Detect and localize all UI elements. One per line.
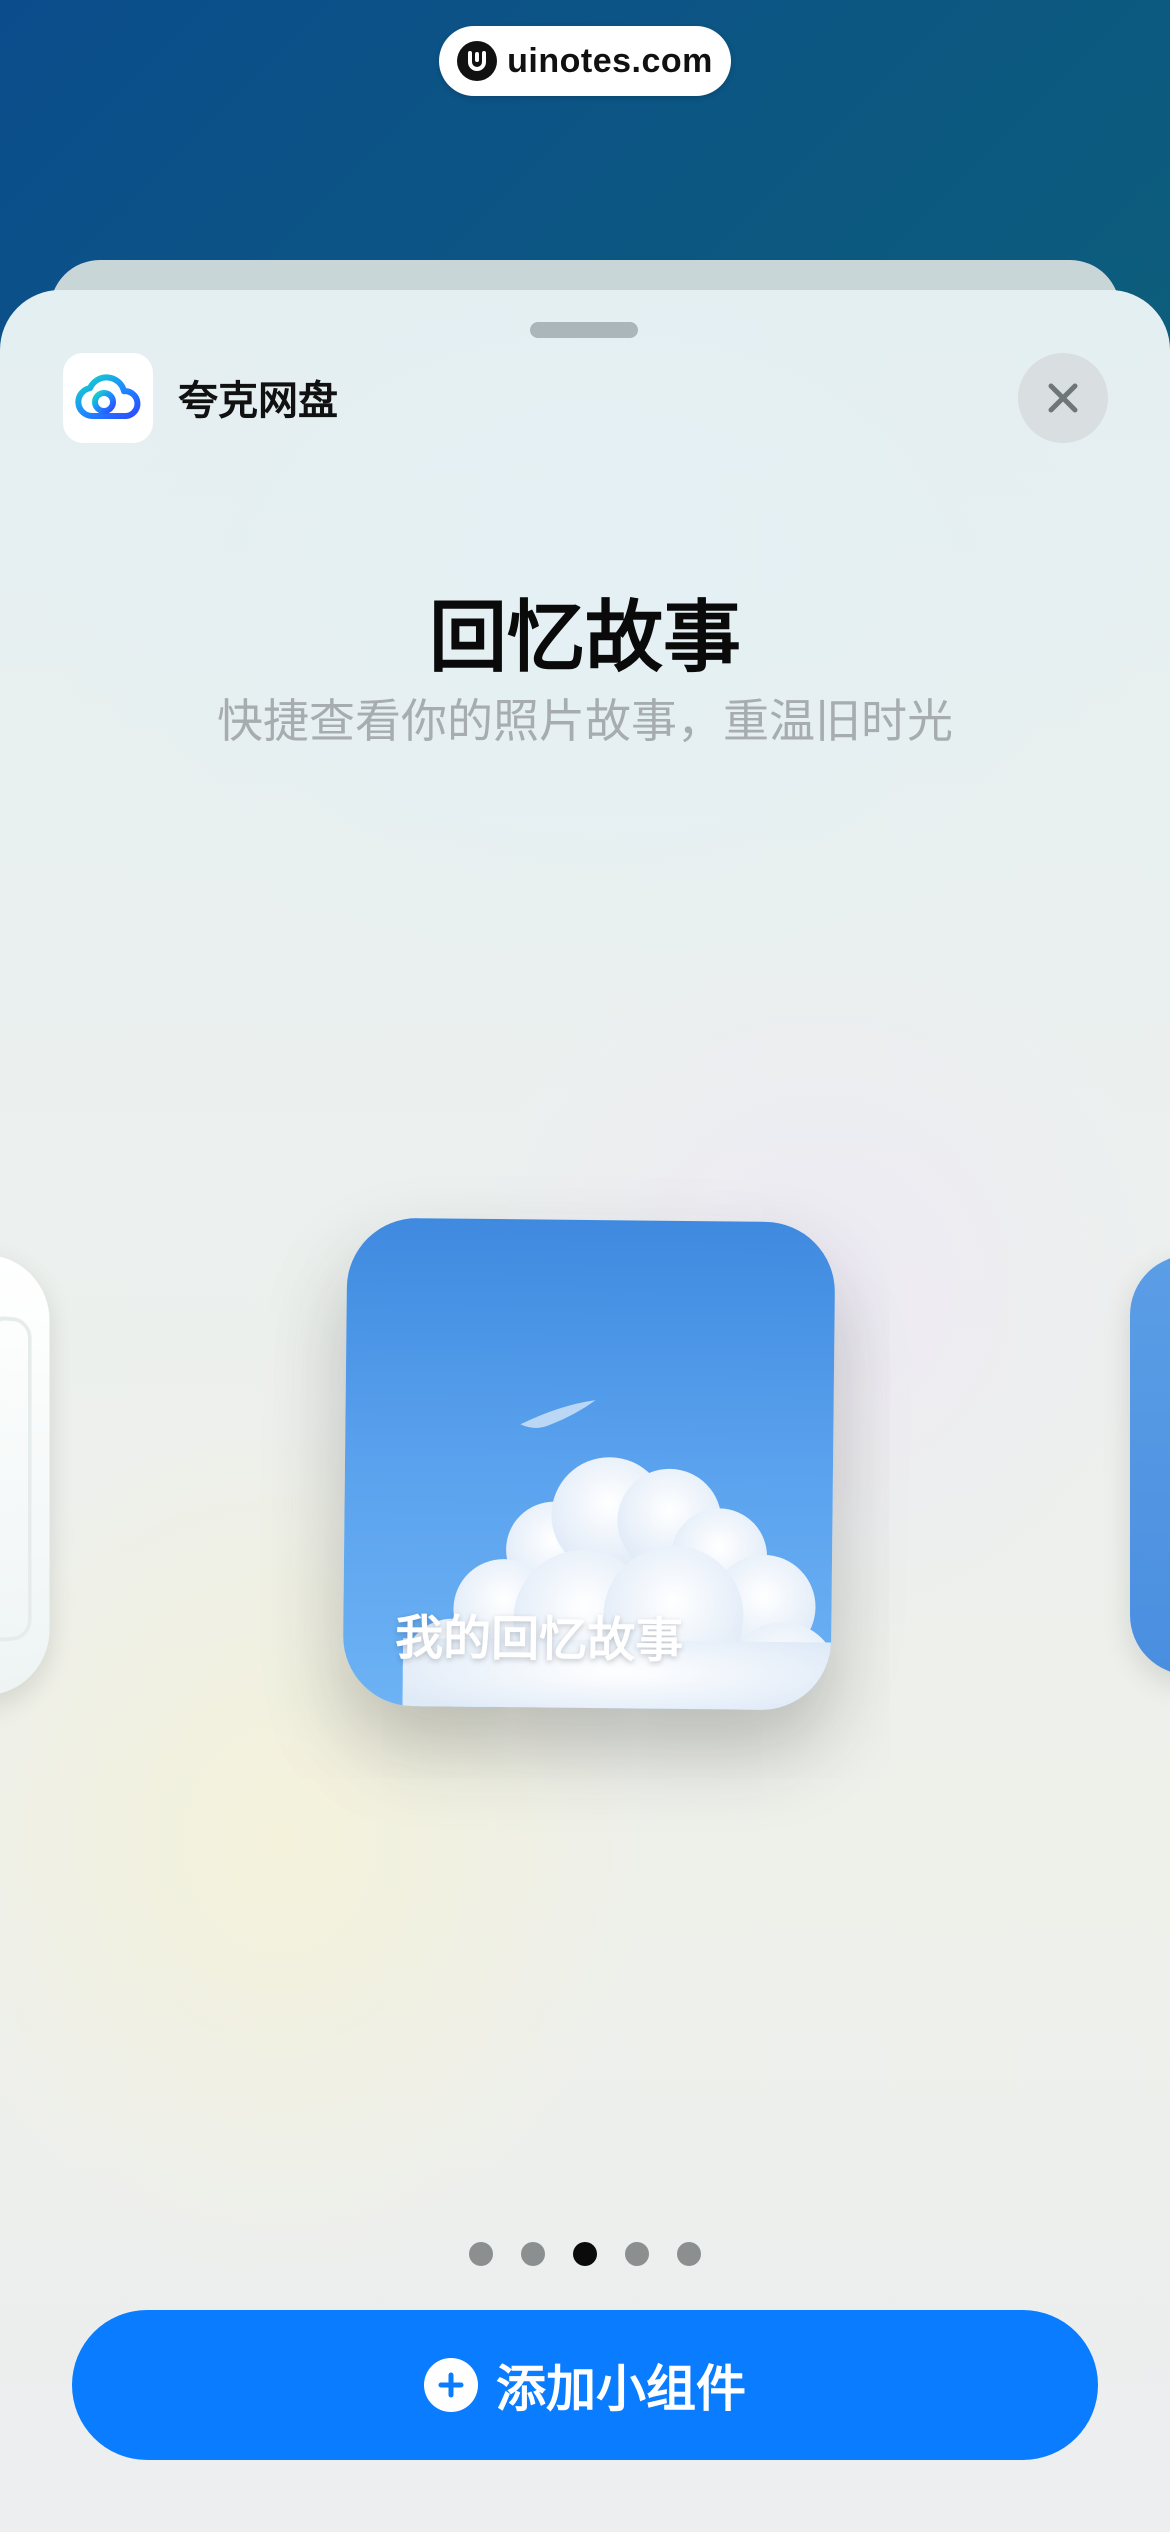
uinotes-logo-icon <box>457 41 498 81</box>
watermark-badge: uinotes.com <box>439 26 731 96</box>
plus-circle-icon <box>424 2358 478 2412</box>
add-widget-label: 添加小组件 <box>496 2360 746 2418</box>
page-dot-2[interactable] <box>521 2242 545 2266</box>
widget-preview-previous[interactable] <box>0 1247 50 1703</box>
widget-subtitle: 快捷查看你的照片故事，重温旧时光 <box>217 694 953 748</box>
close-icon <box>1048 383 1078 413</box>
page-dot-1[interactable] <box>469 2242 493 2266</box>
page-indicator[interactable] <box>0 2242 1170 2266</box>
widget-preview-next[interactable] <box>1130 1255 1170 1675</box>
sheet-grabber[interactable] <box>530 322 638 338</box>
widget-title: 回忆故事 <box>428 593 741 683</box>
close-button[interactable] <box>1018 353 1108 443</box>
widget-preview-current[interactable]: 我的回忆故事 <box>342 1217 836 1711</box>
page-dot-4[interactable] <box>625 2242 649 2266</box>
widget-preview-previous-frame <box>0 1314 32 1644</box>
page-dot-3-active[interactable] <box>573 2242 597 2266</box>
quark-cloud-icon <box>63 353 153 443</box>
page-dot-5[interactable] <box>677 2242 701 2266</box>
app-name: 夸克网盘 <box>178 378 338 424</box>
watermark-text: uinotes.com <box>507 41 713 80</box>
widget-gallery-sheet: 夸克网盘 回忆故事 快捷查看你的照片故事，重温旧时光 我的回忆故事 添加小组件 <box>0 290 1170 2532</box>
widget-preview-label: 我的回忆故事 <box>394 1609 684 1669</box>
add-widget-button[interactable]: 添加小组件 <box>72 2310 1098 2460</box>
